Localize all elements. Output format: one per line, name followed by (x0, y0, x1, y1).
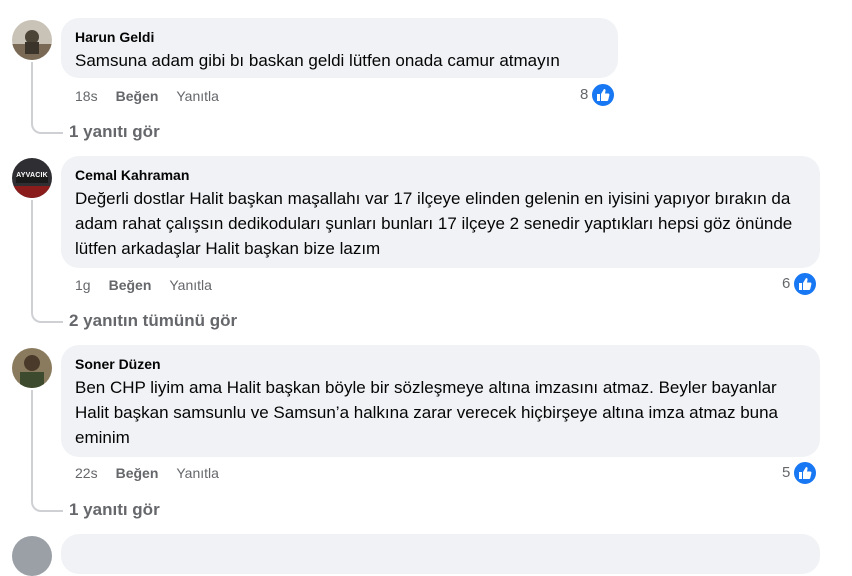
comment-actions: 1g Beğen Yanıtla (75, 275, 230, 295)
like-button[interactable]: Beğen (116, 465, 159, 481)
comment-bubble: Cemal Kahraman Değerli dostlar Halit baş… (61, 156, 820, 268)
avatar[interactable] (12, 348, 52, 388)
comment-author[interactable]: Soner Düzen (75, 355, 806, 373)
comment-text: Samsuna adam gibi bı baskan geldi lütfen… (75, 51, 560, 70)
view-replies-link[interactable]: 1 yanıtı gör (69, 499, 160, 521)
avatar[interactable] (12, 20, 52, 60)
like-thumb-icon (590, 82, 617, 108)
reply-button[interactable]: Yanıtla (176, 88, 219, 104)
reaction-summary[interactable]: 5 (782, 460, 819, 486)
avatar-logo-text: AYVACIK (16, 172, 48, 179)
reply-button[interactable]: Yanıtla (176, 465, 219, 481)
comment-actions: 18s Beğen Yanıtla (75, 86, 237, 106)
reaction-count: 5 (782, 464, 791, 481)
thread-elbow (31, 118, 63, 134)
thread-elbow (31, 496, 63, 512)
view-replies-link[interactable]: 1 yanıtı gör (69, 121, 160, 143)
view-replies-link[interactable]: 2 yanıtın tümünü gör (69, 310, 237, 332)
comment-text: Değerli dostlar Halit başkan maşallahı v… (75, 189, 793, 258)
comment-bubble (61, 534, 820, 574)
reply-button[interactable]: Yanıtla (169, 277, 212, 293)
like-thumb-icon (792, 460, 819, 486)
comment-bubble: Soner Düzen Ben CHP liyim ama Halit başk… (61, 345, 820, 457)
avatar[interactable]: AYVACIK (12, 158, 52, 198)
comment-author[interactable]: Cemal Kahraman (75, 166, 806, 184)
comment-bubble: Harun Geldi Samsuna adam gibi bı baskan … (61, 18, 618, 78)
like-button[interactable]: Beğen (109, 277, 152, 293)
thread-line (31, 62, 33, 118)
like-button[interactable]: Beğen (116, 88, 159, 104)
thread-line (31, 390, 33, 496)
avatar[interactable] (12, 536, 52, 576)
reaction-count: 8 (580, 86, 589, 103)
comment-time[interactable]: 1g (75, 277, 91, 293)
comment-time[interactable]: 22s (75, 465, 98, 481)
reaction-count: 6 (782, 275, 791, 292)
thread-elbow (31, 307, 63, 323)
comment-text: Ben CHP liyim ama Halit başkan böyle bir… (75, 378, 779, 447)
comment-author[interactable]: Harun Geldi (75, 28, 604, 46)
comment-actions: 22s Beğen Yanıtla (75, 463, 237, 483)
reaction-summary[interactable]: 8 (580, 82, 617, 108)
thread-line (31, 200, 33, 307)
like-thumb-icon (792, 271, 819, 297)
reaction-summary[interactable]: 6 (782, 271, 819, 297)
comment-time[interactable]: 18s (75, 88, 98, 104)
